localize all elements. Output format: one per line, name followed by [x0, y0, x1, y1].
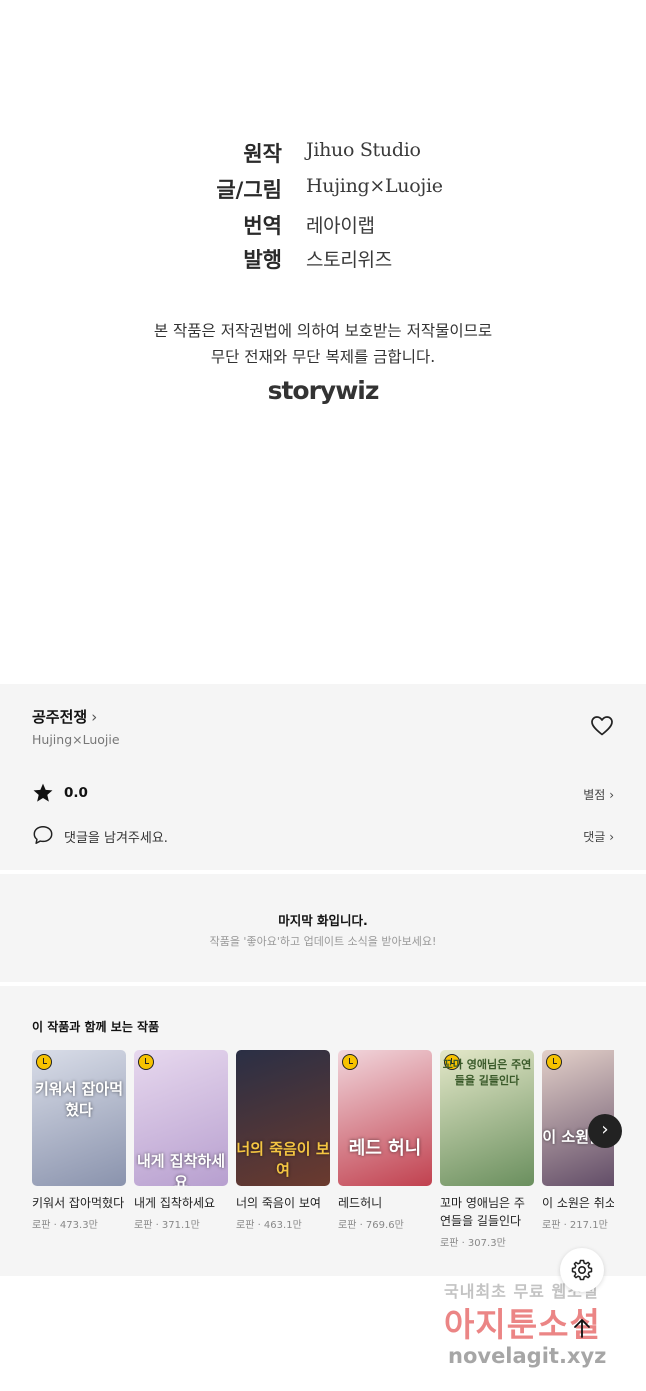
card-title: 레드허니 [338, 1196, 383, 1210]
star-icon [33, 783, 53, 802]
cover-image: 너의 죽음이 보여 [236, 1050, 330, 1186]
recommendations-carousel[interactable]: 키워서 잡아먹혔다 키워서 잡아먹혔다 로판 · 473.3만 내게 집착하세요… [32, 1050, 614, 1260]
credits-page: 원작 Jihuo Studio 글/그림 Hujing×Luojie 번역 레아… [0, 0, 646, 684]
card-title: 이 소원은 취소 [542, 1196, 614, 1210]
rate-link[interactable]: 별점 › [583, 786, 614, 803]
credit-translation: 번역 레아이랩 [0, 206, 646, 242]
clock-icon [342, 1054, 358, 1070]
credit-role: 발행 [243, 248, 282, 272]
card-meta: 로판 · 307.3만 [440, 1238, 506, 1249]
comment-link[interactable]: 댓글 › [583, 828, 614, 845]
comment-placeholder: 댓글을 남겨주세요. [64, 831, 168, 846]
clock-icon [36, 1054, 52, 1070]
cover-title: 키워서 잡아먹혔다 [34, 1080, 124, 1119]
gear-icon [571, 1259, 593, 1281]
cover-image: 레드 허니 [338, 1050, 432, 1186]
comment-link-label: 댓글 [583, 830, 606, 844]
rate-link-label: 별점 [583, 788, 606, 802]
settings-button[interactable] [560, 1248, 604, 1292]
cover-title: 레드 허니 [348, 1138, 422, 1159]
last-episode-title: 마지막 화입니다. [278, 913, 368, 928]
card-title: 내게 집착하세요 [134, 1196, 216, 1210]
recommendation-card[interactable]: 키워서 잡아먹혔다 키워서 잡아먹혔다 로판 · 473.3만 [32, 1050, 126, 1231]
credit-role: 글/그림 [216, 178, 282, 202]
credit-name: 스토리위즈 [306, 249, 392, 271]
chevron-right-icon: › [91, 708, 98, 726]
cover-image: 키워서 잡아먹혔다 [32, 1050, 126, 1186]
arrow-up-icon [574, 1319, 590, 1338]
rating-value: 0.0 [64, 785, 88, 801]
credit-original: 원작 Jihuo Studio [0, 134, 646, 170]
credit-name: Hujing×Luojie [306, 175, 443, 197]
credit-name: Jihuo Studio [306, 139, 421, 161]
card-title: 너의 죽음이 보여 [236, 1196, 321, 1210]
cover-title: 내게 집착하세요 [136, 1152, 226, 1186]
speech-bubble-icon [33, 826, 53, 844]
recommendation-card[interactable]: 내게 집착하세요 내게 집착하세요 로판 · 371.1만 [134, 1050, 228, 1231]
clock-icon [138, 1054, 154, 1070]
card-meta: 로판 · 473.3만 [32, 1220, 98, 1231]
heart-icon[interactable] [590, 714, 614, 738]
card-title: 꼬마 영애님은 주연들을 길들인다 [440, 1196, 525, 1228]
chevron-right-icon: › [609, 830, 614, 844]
work-author: Hujing×Luojie [32, 732, 120, 747]
recommendations-heading: 이 작품과 함께 보는 작품 [32, 1020, 160, 1034]
card-title: 키워서 잡아먹혔다 [32, 1196, 125, 1210]
last-episode-subtitle: 작품을 '좋아요'하고 업데이트 소식을 받아보세요! [209, 935, 437, 948]
carousel-next-button[interactable]: › [588, 1114, 622, 1148]
chevron-right-icon: › [609, 788, 614, 802]
watermark: 국내최초 무료 웹소설 아지툰소설 novelagit.xyz [430, 1278, 640, 1388]
storywiz-logo: storywiz [267, 376, 380, 405]
copyright-line: 본 작품은 저작권법에 의하여 보호받는 저작물이므로 [153, 322, 493, 340]
credit-name: 레아이랩 [306, 215, 375, 237]
card-meta: 로판 · 371.1만 [134, 1220, 200, 1231]
recommendation-card[interactable]: 레드 허니 레드허니 로판 · 769.6만 [338, 1050, 432, 1231]
card-meta: 로판 · 769.6만 [338, 1220, 404, 1231]
scroll-top-button[interactable] [560, 1306, 604, 1350]
cover-title: 너의 죽음이 보여 [236, 1140, 330, 1179]
work-info-panel: 공주전쟁 › Hujing×Luojie 0.0 별점 › 댓글을 남겨주세요. … [0, 684, 646, 870]
credit-writer-artist: 글/그림 Hujing×Luojie [0, 170, 646, 206]
comment-row[interactable]: 댓글을 남겨주세요. 댓글 › [32, 824, 614, 848]
work-title: 공주전쟁 [32, 708, 88, 726]
credit-publisher: 발행 스토리위즈 [0, 240, 646, 276]
cover-image: 내게 집착하세요 [134, 1050, 228, 1186]
cover-title: 꼬마 영애님은 주연들을 길들인다 [442, 1058, 532, 1087]
copyright-notice: 본 작품은 저작권법에 의하여 보호받는 저작물이므로 무단 전재와 무단 복제… [0, 318, 646, 370]
last-episode-notice: 마지막 화입니다. 작품을 '좋아요'하고 업데이트 소식을 받아보세요! [0, 874, 646, 982]
card-meta: 로판 · 463.1만 [236, 1220, 302, 1231]
credit-role: 번역 [243, 214, 282, 238]
rating-row: 0.0 별점 › [32, 782, 614, 806]
credit-role: 원작 [243, 142, 282, 166]
copyright-line: 무단 전재와 무단 복제를 금합니다. [210, 348, 436, 366]
cover-image: 꼬마 영애님은 주연들을 길들인다 [440, 1050, 534, 1186]
clock-icon [546, 1054, 562, 1070]
recommendation-card[interactable]: 꼬마 영애님은 주연들을 길들인다 꼬마 영애님은 주연들을 길들인다 로판 ·… [440, 1050, 534, 1249]
recommendations-section: 이 작품과 함께 보는 작품 키워서 잡아먹혔다 키워서 잡아먹혔다 로판 · … [0, 986, 646, 1276]
card-meta: 로판 · 217.1만 [542, 1220, 608, 1231]
chevron-right-icon: › [601, 1119, 609, 1140]
recommendation-card[interactable]: 너의 죽음이 보여 너의 죽음이 보여 로판 · 463.1만 [236, 1050, 330, 1231]
work-title-link[interactable]: 공주전쟁 › [32, 706, 97, 727]
